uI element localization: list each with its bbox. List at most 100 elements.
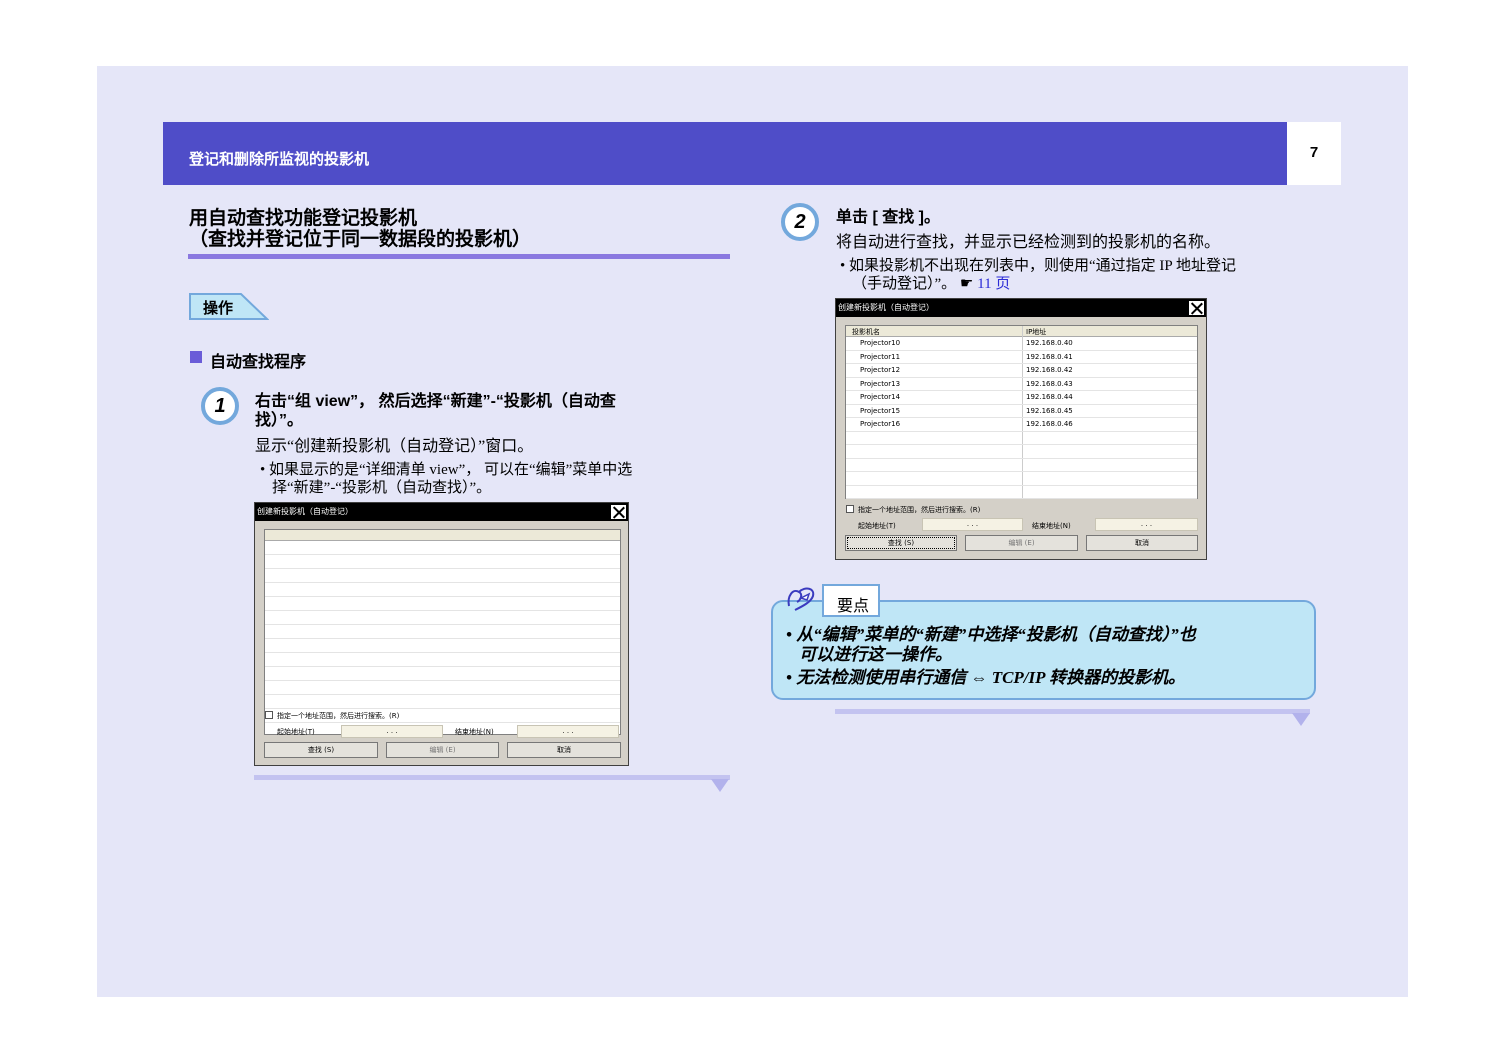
start-address-field[interactable]: . . .: [341, 725, 443, 738]
step-2-body: 将自动进行查找，并显示已经检测到的投影机的名称。: [836, 234, 1221, 251]
step-2-badge: 2: [780, 202, 820, 242]
list-row: [265, 653, 620, 667]
list-row: [265, 695, 620, 709]
step-2-title: 单击 [ 查找 ]。: [836, 209, 940, 226]
cancel-button[interactable]: 取消: [1086, 535, 1198, 551]
header-title: 登记和删除所监视的投影机: [189, 151, 370, 168]
range-checkbox-label: 指定一个地址范围，然后进行搜索。(R): [277, 712, 400, 720]
page-number: 7: [1287, 122, 1341, 185]
list-row: [265, 681, 620, 695]
step-1-number: 1: [214, 395, 226, 417]
step-2-bullet-line2-text: （手动登记）”。: [852, 276, 957, 292]
step-2-bullet: • 如果投影机不出现在列表中，则使用“通过指定 IP 地址登记 （手动登记）”。…: [840, 257, 1236, 293]
table-row: [846, 445, 1197, 459]
step-1-body: 显示“创建新投影机（自动登记）”窗口。: [255, 438, 534, 455]
column-header-name[interactable]: 投影机名: [852, 327, 880, 337]
tip-end-arrow-icon: [1292, 713, 1310, 726]
projector-name-cell: Projector15: [860, 406, 901, 415]
list-row: [265, 639, 620, 653]
projector-name-cell: Projector12: [860, 366, 901, 374]
dialog-title: 创建新投影机（自动登记）: [255, 503, 628, 521]
edit-button[interactable]: 编辑 (E): [965, 535, 1078, 551]
tip-tab: 要点: [822, 584, 880, 617]
close-icon[interactable]: [1188, 300, 1205, 316]
list-row: [265, 667, 620, 681]
projector-name-cell: Projector14: [860, 393, 901, 401]
find-button[interactable]: 查找 (S): [845, 535, 957, 551]
tip-tab-label: 要点: [837, 598, 870, 615]
step-2-bullet-line1: • 如果投影机不出现在列表中，则使用“通过指定 IP 地址登记: [840, 258, 1236, 274]
find-button[interactable]: 查找 (S): [264, 742, 378, 758]
ip-address-cell: 192.168.0.40: [1026, 339, 1073, 347]
list-row: [265, 611, 620, 625]
header-bar: 登记和删除所监视的投影机: [163, 122, 1287, 185]
projector-name-cell: Projector16: [860, 420, 901, 428]
table-row: [846, 432, 1197, 445]
section-title: 用自动查找功能登记投影机 （查找并登记位于同一数据段的投影机）: [189, 208, 531, 250]
start-address-label: 起始地址(T): [277, 728, 315, 736]
step-end-rule: [254, 775, 730, 780]
table-row: [846, 486, 1197, 499]
subsection-square-icon: [190, 351, 202, 363]
range-checkbox[interactable]: [846, 505, 854, 513]
start-address-field[interactable]: . . .: [922, 518, 1023, 531]
dialog-auto-register-empty: 创建新投影机（自动登记） 指定一个地址范围，然后进行搜索。(R) 起始地址(T)…: [254, 502, 629, 766]
projector-name-cell: Projector13: [860, 379, 901, 388]
step-1-badge: 1: [200, 386, 240, 426]
step-1-bullet: • 如果显示的是“详细清单 view”， 可以在“编辑”菜单中选 择“新建”-“…: [260, 461, 632, 497]
table-row[interactable]: Projector10 192.168.0.40: [846, 337, 1197, 351]
ip-address-cell: 192.168.0.44: [1026, 393, 1073, 401]
edit-button[interactable]: 编辑 (E): [386, 742, 499, 758]
section-title-rule: [188, 254, 730, 259]
ip-address-cell: 192.168.0.41: [1026, 352, 1073, 361]
list-row: [265, 541, 620, 555]
list-row: [265, 625, 620, 639]
ip-address-cell: 192.168.0.45: [1026, 406, 1073, 415]
close-icon[interactable]: [610, 504, 627, 520]
step-1-bullet-line1: • 如果显示的是“详细清单 view”， 可以在“编辑”菜单中选: [260, 462, 633, 478]
column-header-ip[interactable]: IP地址: [1026, 327, 1046, 337]
step-1-title-line1: 右击“组 view”， 然后选择“新建”-“投影机（自动查: [255, 393, 616, 410]
start-address-label: 起始地址(T): [858, 522, 896, 530]
pencil-icon: [787, 587, 815, 611]
table-row: [846, 459, 1197, 472]
projector-list[interactable]: 投影机名 IP地址 Projector10 192.168.0.40 Project…: [845, 325, 1198, 499]
end-address-label: 结束地址(N): [1032, 522, 1071, 530]
section-title-line2: （查找并登记位于同一数据段的投影机）: [189, 229, 532, 250]
operation-tag: 操作: [189, 293, 269, 320]
subsection-title: 自动查找程序: [210, 354, 307, 371]
range-checkbox-label: 指定一个地址范围，然后进行搜索。(R): [858, 506, 981, 514]
step-2-number: 2: [794, 211, 806, 233]
cancel-button[interactable]: 取消: [507, 742, 621, 758]
dialog-auto-register-results: 创建新投影机（自动登记） 投影机名 IP地址 Projector10 192.16…: [835, 298, 1207, 560]
tip-line-2: 可以进行这一操作。: [799, 645, 952, 664]
table-row[interactable]: Projector13 192.168.0.43: [846, 378, 1197, 391]
list-row: [265, 597, 620, 611]
table-row[interactable]: Projector11 192.168.0.41: [846, 351, 1197, 364]
list-header: [265, 530, 620, 541]
step-end-arrow-icon: [711, 779, 729, 792]
page-link[interactable]: 11 页: [977, 276, 1010, 292]
end-address-field[interactable]: . . .: [1095, 518, 1198, 531]
pointing-hand-icon: ☛: [959, 276, 974, 292]
table-row[interactable]: Projector16 192.168.0.46: [846, 418, 1197, 432]
operation-tag-label: 操作: [203, 300, 234, 317]
step-2-bullet-line2: （手动登记）”。 ☛ 11 页: [840, 275, 1236, 293]
table-row[interactable]: Projector14 192.168.0.44: [846, 391, 1197, 405]
list-row: [265, 583, 620, 597]
projector-name-cell: Projector10: [860, 339, 901, 347]
step-1-title-line2: 找）”。: [255, 412, 304, 429]
list-row: [265, 569, 620, 583]
ip-address-cell: 192.168.0.46: [1026, 420, 1073, 428]
end-address-field[interactable]: . . .: [517, 725, 619, 738]
end-address-label: 结束地址(N): [455, 728, 494, 736]
projector-name-cell: Projector11: [860, 352, 901, 361]
step-1-title: 右击“组 view”， 然后选择“新建”-“投影机（自动查 找）”。: [255, 392, 616, 430]
ip-address-cell: 192.168.0.43: [1026, 379, 1073, 388]
table-row[interactable]: Projector15 192.168.0.45: [846, 405, 1197, 418]
tip-line-3: • 无法检测使用串行通信 ⇔ TCP/IP 转换器的投影机。: [786, 668, 1186, 687]
table-row[interactable]: Projector12 192.168.0.42: [846, 364, 1197, 378]
range-checkbox[interactable]: [265, 711, 273, 719]
projector-list[interactable]: [264, 529, 621, 735]
step-1-bullet-line2: 择“新建”-“投影机（自动查找）”。: [272, 480, 492, 496]
